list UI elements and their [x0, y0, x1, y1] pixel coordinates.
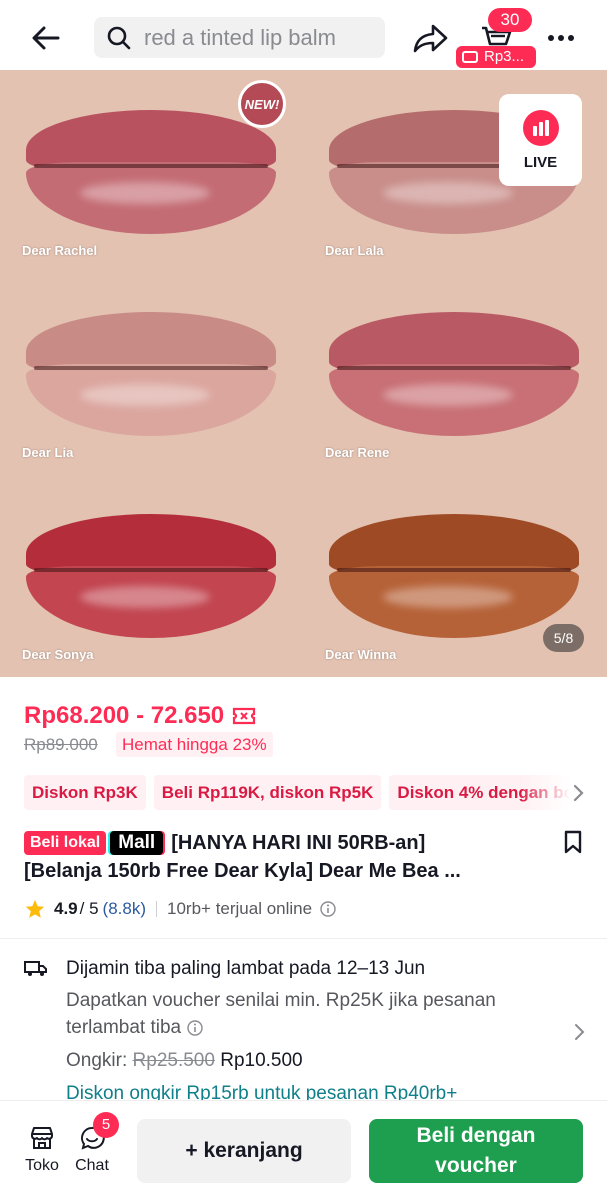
info-icon[interactable]: [187, 1020, 203, 1036]
product-title: Beli lokal Mall [HANYA HARI INI 50RB-an]: [24, 829, 554, 857]
rating-row[interactable]: 4.9 / 5 (8.8k) 10rb+ terjual online: [24, 897, 336, 921]
price-value: Rp68.200 - 72.650: [24, 702, 225, 729]
review-count[interactable]: (8.8k): [103, 899, 146, 919]
shipping-section[interactable]: Dijamin tiba paling lambat pada 12–13 Ju…: [0, 950, 607, 1100]
buy-with-voucher-button[interactable]: Beli dengan voucher: [369, 1119, 583, 1183]
shade-name: Dear Lala: [325, 243, 384, 258]
image-pager: 5/8: [543, 624, 584, 652]
chevron-right-icon[interactable]: [570, 783, 586, 803]
promo-chip[interactable]: Beli Rp119K, diskon Rp5K: [153, 775, 382, 810]
rating-scale: / 5: [79, 899, 99, 918]
chevron-right-icon[interactable]: [572, 1022, 586, 1042]
buy-label-1: Beli dengan: [416, 1124, 536, 1147]
local-tag: Beli lokal: [24, 831, 107, 855]
shipping-discount: Diskon ongkir Rp15rb untuk pesanan Rp40r…: [66, 1083, 458, 1100]
buy-label-2: voucher: [435, 1154, 517, 1177]
cart-chip-label: Rp3...: [484, 48, 525, 65]
mall-tag: Mall: [110, 831, 164, 855]
store-icon: [31, 1127, 53, 1149]
voucher-text-line-2: terlambat tiba: [66, 1017, 203, 1039]
promo-chip[interactable]: Diskon Rp3K: [24, 775, 146, 810]
product-image-gallery[interactable]: Dear Rachel Dear Lala Dear Lia Dear Rene…: [0, 70, 607, 677]
chips-fade: [520, 775, 570, 810]
new-badge: NEW!: [238, 80, 286, 128]
price-range: Rp68.200 - 72.650: [24, 702, 256, 730]
search-input[interactable]: red a tinted lip balm: [94, 17, 385, 58]
rating-score: 4.9: [54, 899, 78, 918]
sold-count: 10rb+ terjual online: [167, 899, 313, 918]
ticket-icon: [462, 51, 478, 63]
top-bar: red a tinted lip balm 30 Rp3...: [0, 0, 607, 70]
shipping-fee-new: Rp10.500: [220, 1050, 303, 1071]
chat-badge: 5: [93, 1112, 119, 1138]
info-icon[interactable]: [320, 901, 336, 917]
truck-icon: [24, 961, 47, 976]
shade-tile: Dear Sonya: [0, 474, 303, 676]
title-line-2: [Belanja 150rb Free Dear Kyla] Dear Me B…: [24, 860, 461, 882]
title-line-1: [HANYA HARI INI 50RB-an]: [171, 831, 426, 854]
shade-name: Dear Winna: [325, 647, 397, 662]
bookmark-icon[interactable]: [563, 830, 583, 854]
shade-name: Dear Sonya: [22, 647, 94, 662]
shipping-fee: Ongkir: Rp25.500 Rp10.500: [66, 1050, 303, 1072]
back-arrow-icon[interactable]: [28, 20, 64, 56]
star-icon: [25, 899, 45, 918]
shade-tile: Dear Lia: [0, 272, 303, 474]
shade-name: Dear Rachel: [22, 243, 98, 258]
shipping-fee-old: Rp25.500: [132, 1050, 215, 1071]
delivery-guarantee: Dijamin tiba paling lambat pada 12–13 Ju…: [66, 958, 426, 979]
chat-label: Chat: [75, 1157, 109, 1174]
store-label: Toko: [25, 1157, 59, 1174]
cart-count-badge: 30: [488, 8, 532, 32]
share-icon[interactable]: [412, 20, 450, 56]
savings-badge: Hemat hingga 23%: [116, 732, 273, 757]
store-button[interactable]: Toko: [22, 1125, 62, 1175]
cart-voucher-chip[interactable]: Rp3...: [456, 46, 536, 68]
coupon-icon[interactable]: [232, 707, 256, 725]
shade-tile: Dear Rene: [303, 272, 606, 474]
more-icon[interactable]: [544, 24, 578, 52]
search-icon: [107, 26, 131, 49]
shade-name: Dear Lia: [22, 445, 74, 460]
search-placeholder: red a tinted lip balm: [144, 24, 336, 50]
add-to-cart-button[interactable]: + keranjang: [137, 1119, 351, 1183]
voucher-text-line-1: Dapatkan voucher senilai min. Rp25K jika…: [66, 990, 496, 1011]
live-button[interactable]: LIVE: [499, 94, 582, 186]
shade-name: Dear Rene: [325, 445, 390, 460]
promo-chips: Diskon Rp3K Beli Rp119K, diskon Rp5K Dis…: [24, 775, 569, 810]
voucher-text-2: terlambat tiba: [66, 1017, 182, 1038]
shipping-fee-label: Ongkir:: [66, 1050, 128, 1071]
original-price: Rp89.000: [24, 735, 98, 754]
live-bars-icon: [522, 109, 559, 146]
live-label: LIVE: [523, 153, 558, 171]
section-divider: [0, 938, 607, 939]
divider: [156, 901, 158, 917]
